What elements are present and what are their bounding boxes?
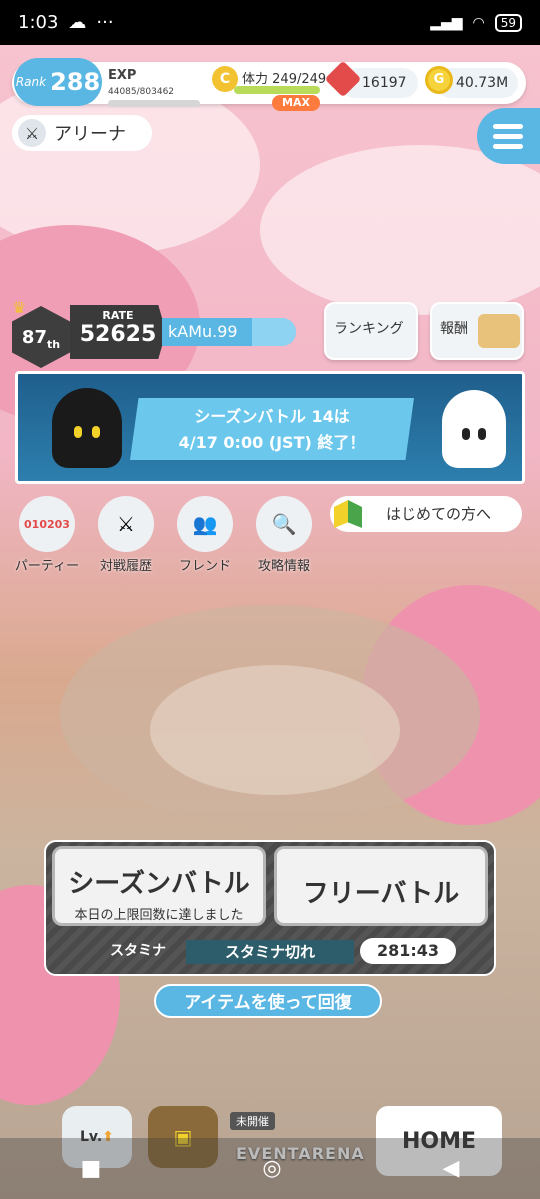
party-label: パーティー bbox=[14, 559, 80, 574]
screen-title-chip: ⚔ アリーナ bbox=[12, 115, 152, 151]
strategy-info-label: 攻略情報 bbox=[257, 559, 310, 574]
beginner-guide-label: はじめての方へ bbox=[386, 505, 492, 523]
rewards-label: 報酬 bbox=[440, 321, 468, 337]
party-shortcut[interactable]: 010203 パーティー bbox=[10, 496, 84, 574]
crown-icon: ♛ bbox=[12, 298, 27, 317]
ghost-eye bbox=[74, 426, 82, 438]
banner-message: シーズンバトル 14は 4/17 0:00 (JST) 終了！ bbox=[130, 398, 414, 460]
coin-value: 40.73M bbox=[456, 75, 509, 91]
player-name-bar: kAMu.99 bbox=[162, 318, 296, 346]
stamina-bar bbox=[234, 86, 320, 94]
friends-icon: 👥 bbox=[177, 496, 233, 552]
clock: 1:03 bbox=[18, 12, 59, 33]
hamburger-icon-line bbox=[493, 143, 523, 149]
treasure-chest-icon bbox=[478, 314, 520, 348]
ranking-label: ランキング bbox=[334, 321, 404, 337]
season-battle-subtitle: 本日の上限回数に達しました bbox=[74, 908, 244, 923]
event-status-tag: 未開催 bbox=[230, 1112, 275, 1130]
system-navigation-bar: ■ ◎ ◀ bbox=[0, 1138, 540, 1199]
rank-badge[interactable]: Rank 288 bbox=[14, 58, 102, 106]
season-banner[interactable]: シーズンバトル 14は 4/17 0:00 (JST) 終了！ bbox=[15, 371, 525, 484]
battle-history-shortcut[interactable]: ⚔ 対戦履歴 bbox=[89, 496, 163, 574]
ghost-eye bbox=[92, 426, 100, 438]
placement-suffix: th bbox=[46, 337, 61, 351]
stamina-recovery-timer: 281:43 bbox=[360, 938, 456, 964]
ghost-eye bbox=[478, 428, 486, 440]
recover-with-item-button[interactable]: アイテムを使って回復 bbox=[154, 984, 382, 1018]
friends-shortcut[interactable]: 👥 フレンド bbox=[168, 496, 242, 574]
rank-value: 288 bbox=[50, 68, 101, 96]
rewards-button[interactable]: 報酬 bbox=[430, 302, 524, 360]
cloud-shape bbox=[260, 145, 540, 315]
colosseum-floor bbox=[150, 665, 400, 795]
white-ghost-character bbox=[442, 390, 506, 468]
cloud-icon: ☁ bbox=[68, 12, 87, 33]
player-name: kAMu.99 bbox=[168, 322, 238, 341]
battle-history-label: 対戦履歴 bbox=[99, 559, 152, 574]
party-icon: 010203 bbox=[19, 496, 75, 552]
more-icon: ··· bbox=[96, 12, 114, 33]
strategy-info-shortcut[interactable]: 🔍 攻略情報 bbox=[247, 496, 321, 574]
battle-stamina-status: スタミナ切れ bbox=[186, 940, 354, 964]
recent-apps-icon[interactable]: ■ bbox=[81, 1156, 102, 1181]
exp-value: 44085/803462 bbox=[108, 87, 175, 97]
back-icon[interactable]: ◀ bbox=[443, 1156, 460, 1181]
season-battle-button[interactable]: シーズンバトル 本日の上限回数に達しました bbox=[52, 846, 266, 926]
screen-title: アリーナ bbox=[54, 124, 126, 145]
hamburger-icon bbox=[493, 123, 523, 129]
gem-value: 16197 bbox=[362, 75, 407, 91]
home-circle-icon[interactable]: ◎ bbox=[262, 1156, 281, 1181]
ranking-button[interactable]: ランキング bbox=[324, 302, 418, 360]
season-battle-title: シーズンバトル bbox=[68, 869, 250, 899]
rate-label: RATE bbox=[102, 309, 134, 322]
wifi-icon: ◠ bbox=[472, 14, 485, 31]
exp-bar bbox=[108, 100, 200, 107]
stamina-value: 249/249 bbox=[272, 72, 327, 87]
ghost-eye bbox=[462, 428, 470, 440]
stamina-max-tag: MAX bbox=[272, 95, 320, 111]
battle-history-icon: ⚔ bbox=[98, 496, 154, 552]
friends-label: フレンド bbox=[178, 559, 231, 574]
banner-line1: シーズンバトル 14は bbox=[194, 407, 350, 426]
rate-box: RATE 52625 bbox=[70, 305, 166, 359]
battery-indicator: 59 bbox=[494, 13, 522, 32]
coin-icon: G bbox=[425, 66, 453, 94]
menu-button[interactable] bbox=[477, 108, 540, 164]
rank-label: Rank bbox=[15, 75, 47, 89]
placement-value: 87 bbox=[21, 326, 47, 348]
exp-display: EXP 44085/803462 bbox=[108, 68, 200, 107]
rate-value: 52625 bbox=[79, 322, 157, 347]
free-battle-button[interactable]: フリーバトル bbox=[274, 846, 488, 926]
battle-stamina-label: スタミナ bbox=[110, 943, 166, 959]
status-bar: 1:03 ☁ ··· ▂▄▆ ◠ 59 bbox=[0, 0, 540, 45]
exp-label: EXP bbox=[108, 68, 137, 83]
crossed-swords-icon: ⚔ bbox=[18, 119, 46, 147]
strategy-info-icon: 🔍 bbox=[256, 496, 312, 552]
black-ghost-character bbox=[52, 388, 122, 468]
signal-icon: ▂▄▆ bbox=[430, 14, 463, 31]
stamina-label: 体力 bbox=[242, 72, 269, 87]
arena-background bbox=[0, 45, 540, 1199]
hamburger-icon-line bbox=[493, 133, 523, 139]
banner-line2: 4/17 0:00 (JST) 終了！ bbox=[178, 433, 366, 452]
free-battle-title: フリーバトル bbox=[302, 879, 460, 909]
